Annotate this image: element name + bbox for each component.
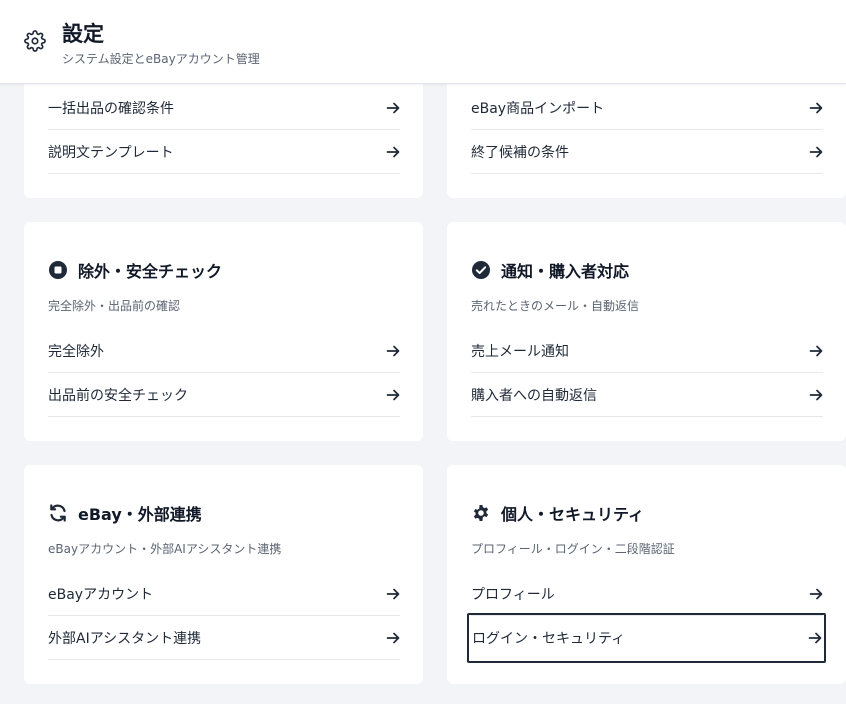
page-title: 設定 [62,22,104,46]
stop-circle-icon [48,260,68,280]
settings-link-label: プロフィール [471,586,555,603]
settings-link-label: ログイン・セキュリティ [472,631,626,647]
arrow-right-icon [809,388,823,402]
card-header: 除外・安全チェック [48,258,399,282]
settings-link-end-candidate-conditions[interactable]: 終了候補の条件 [471,130,823,174]
arrow-right-icon [809,344,823,358]
settings-link-full-exclusion[interactable]: 完全除外 [48,329,400,373]
page-header: 設定 システム設定とeBayアカウント管理 [0,0,846,84]
settings-link-label: 出品前の安全チェック [48,387,188,404]
arrow-right-icon [386,388,400,402]
card-notify-buyer: 通知・購入者対応 売れたときのメール・自動返信 売上メール通知 購入者への自動返… [447,222,846,441]
settings-link-label: 説明文テンプレート [48,144,174,161]
arrow-right-icon [386,145,400,159]
arrow-right-icon [386,344,400,358]
card-exclusion-safety: 除外・安全チェック 完全除外・出品前の確認 完全除外 出品前の安全チェック [24,222,423,441]
settings-link-label: 終了候補の条件 [471,144,569,161]
settings-link-pre-listing-safety-check[interactable]: 出品前の安全チェック [48,373,400,417]
arrow-right-icon [808,631,822,645]
settings-link-label: 完全除外 [48,343,104,360]
card-description: 売れたときのメール・自動返信 [471,299,640,313]
card-personal-security: 個人・セキュリティ プロフィール・ログイン・二段階認証 プロフィール ログイン・… [447,465,846,684]
settings-link-profile[interactable]: プロフィール [471,572,823,616]
settings-link-ebay-account[interactable]: eBayアカウント [48,572,400,616]
card-title: eBay・外部連携 [78,505,202,524]
settings-link-bulk-listing-conditions[interactable]: 一括出品の確認条件 [48,86,400,130]
settings-link-label: 一括出品の確認条件 [48,100,174,117]
page-subtitle: システム設定とeBayアカウント管理 [62,52,260,66]
card-description: eBayアカウント・外部AIアシスタント連携 [48,542,282,556]
card-description: プロフィール・ログイン・二段階認証 [471,542,675,556]
settings-link-label: 売上メール通知 [471,343,569,360]
sync-icon [48,503,68,523]
check-circle-icon [471,260,491,280]
settings-link-label: 外部AIアシスタント連携 [48,630,202,647]
settings-link-buyer-auto-reply[interactable]: 購入者への自動返信 [471,373,823,417]
card-title: 通知・購入者対応 [501,262,630,281]
card-header: eBay・外部連携 [48,501,399,525]
card-listing-settings: 一括出品の確認条件 説明文テンプレート [24,64,423,198]
gear-icon [471,503,491,523]
arrow-right-icon [386,101,400,115]
settings-link-external-ai-assistant[interactable]: 外部AIアシスタント連携 [48,616,400,660]
card-header: 通知・購入者対応 [471,258,822,282]
arrow-right-icon [809,145,823,159]
card-title: 個人・セキュリティ [501,505,645,524]
arrow-right-icon [386,587,400,601]
card-description: 完全除外・出品前の確認 [48,299,181,313]
card-header: 個人・セキュリティ [471,501,822,525]
card-ebay-import: eBay商品インポート 終了候補の条件 [447,64,846,198]
gear-icon [24,30,46,52]
settings-link-description-template[interactable]: 説明文テンプレート [48,130,400,174]
arrow-right-icon [809,101,823,115]
card-ebay-integration: eBay・外部連携 eBayアカウント・外部AIアシスタント連携 eBayアカウ… [24,465,423,684]
arrow-right-icon [809,587,823,601]
card-title: 除外・安全チェック [78,262,223,281]
settings-link-label: eBayアカウント [48,586,154,603]
settings-link-label: eBay商品インポート [471,100,605,117]
arrow-right-icon [386,631,400,645]
settings-link-login-security[interactable]: ログイン・セキュリティ [467,613,826,663]
settings-link-sales-mail-notification[interactable]: 売上メール通知 [471,329,823,373]
settings-link-ebay-import[interactable]: eBay商品インポート [471,86,823,130]
settings-link-label: 購入者への自動返信 [471,387,597,404]
